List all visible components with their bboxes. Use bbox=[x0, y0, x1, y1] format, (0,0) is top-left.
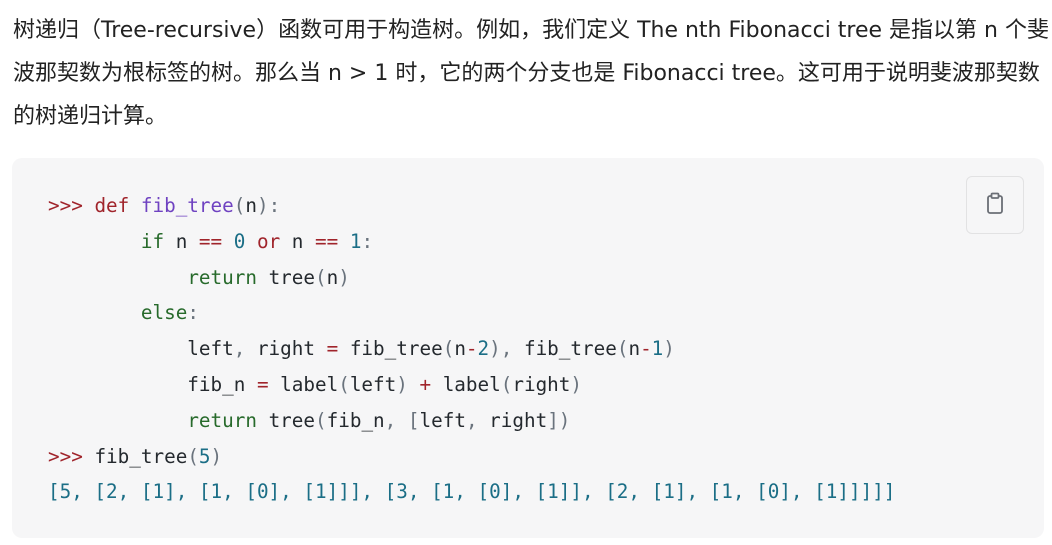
code-token: left bbox=[349, 372, 397, 396]
code-token: right bbox=[489, 408, 548, 432]
code-line: >>> def fib_tree(n): bbox=[48, 194, 280, 217]
code-token: tree bbox=[268, 265, 316, 289]
code-token: else bbox=[140, 301, 188, 325]
code-token: , bbox=[465, 408, 490, 432]
code-token: right bbox=[256, 337, 327, 361]
code-token: >>> bbox=[48, 444, 95, 468]
code-token: fib_tree bbox=[349, 337, 443, 361]
code-token: right bbox=[512, 372, 571, 396]
code-token: = bbox=[256, 372, 281, 396]
code-token: ) bbox=[396, 372, 420, 396]
copy-code-button[interactable] bbox=[966, 176, 1024, 234]
code-token: - bbox=[640, 337, 652, 361]
code-token: ) bbox=[338, 265, 350, 289]
code-token: - bbox=[465, 337, 478, 361]
code-token: or bbox=[256, 229, 292, 253]
code-line: left, right = fib_tree(n-2), fib_tree(n-… bbox=[48, 337, 675, 360]
code-token: : bbox=[361, 229, 374, 253]
code-token: 1 bbox=[349, 229, 362, 253]
code-line: if n == 0 or n == 1: bbox=[48, 230, 373, 253]
code-line: [5, [2, [1], [1, [0], [1]]], [3, [1, [0]… bbox=[48, 480, 895, 503]
code-token: fib_tree bbox=[94, 444, 188, 468]
code-token: ( bbox=[442, 337, 455, 361]
code-line: return tree(fib_n, [left, right]) bbox=[48, 409, 570, 432]
code-token: [5, [2, [1], [1, [0], [1]]], [3, [1, [0]… bbox=[48, 480, 896, 504]
code-token: label bbox=[280, 372, 339, 396]
code-token: ( bbox=[315, 408, 327, 432]
code-token: ( bbox=[616, 337, 629, 361]
code-token: ( bbox=[233, 194, 246, 217]
code-token: n bbox=[175, 229, 199, 253]
code-token: ( bbox=[500, 372, 513, 396]
code-token: label bbox=[442, 372, 501, 396]
intro-paragraph: 树递归（Tree-recursive）函数可用于构造树。例如，我们定义 The … bbox=[13, 18, 1049, 129]
code-token: >>> bbox=[48, 194, 95, 217]
code-token: n bbox=[291, 229, 316, 253]
code-token: fib_n bbox=[326, 408, 385, 432]
code-token: left bbox=[48, 337, 234, 361]
code-token: 5 bbox=[198, 444, 211, 468]
code-token: fib_tree bbox=[140, 194, 234, 217]
code-token: if bbox=[140, 229, 176, 253]
code-token: 2 bbox=[477, 337, 490, 361]
code-token: 1 bbox=[651, 337, 664, 361]
code-token: n bbox=[628, 337, 641, 361]
code-line: else: bbox=[48, 301, 199, 324]
code-token: ), bbox=[489, 337, 524, 361]
code-token: 0 bbox=[233, 229, 257, 253]
code-listing: >>> def fib_tree(n): if n == 0 or n == 1… bbox=[48, 188, 895, 510]
code-token: ( bbox=[187, 444, 199, 468]
code-token: ): bbox=[256, 194, 281, 217]
code-token: n bbox=[454, 337, 466, 361]
code-token: ) bbox=[663, 337, 675, 361]
code-token: , bbox=[233, 337, 257, 361]
code-token: def bbox=[94, 194, 141, 217]
code-token: n bbox=[326, 265, 339, 289]
code-token: n bbox=[245, 194, 257, 217]
code-line: return tree(n) bbox=[48, 266, 350, 289]
code-token: tree bbox=[268, 408, 316, 432]
code-token: = bbox=[326, 337, 350, 361]
code-token: ( bbox=[338, 372, 350, 396]
code-token: : bbox=[187, 301, 199, 325]
code-token: fib_n bbox=[48, 372, 257, 396]
clipboard-icon bbox=[983, 191, 1007, 219]
code-token: , [ bbox=[384, 408, 420, 432]
code-token: ) bbox=[570, 372, 583, 396]
code-line: >>> fib_tree(5) bbox=[48, 445, 222, 468]
code-line: fib_n = label(left) + label(right) bbox=[48, 373, 582, 396]
code-token: return bbox=[187, 265, 269, 289]
code-token: ]) bbox=[547, 408, 571, 432]
code-token: ) bbox=[210, 444, 223, 468]
code-token: ( bbox=[315, 265, 327, 289]
code-token: + bbox=[419, 372, 443, 396]
code-token: fib_tree bbox=[523, 337, 617, 361]
code-token: return bbox=[187, 408, 269, 432]
code-token: == bbox=[315, 229, 350, 253]
code-token: left bbox=[419, 408, 466, 432]
code-token: == bbox=[198, 229, 234, 253]
